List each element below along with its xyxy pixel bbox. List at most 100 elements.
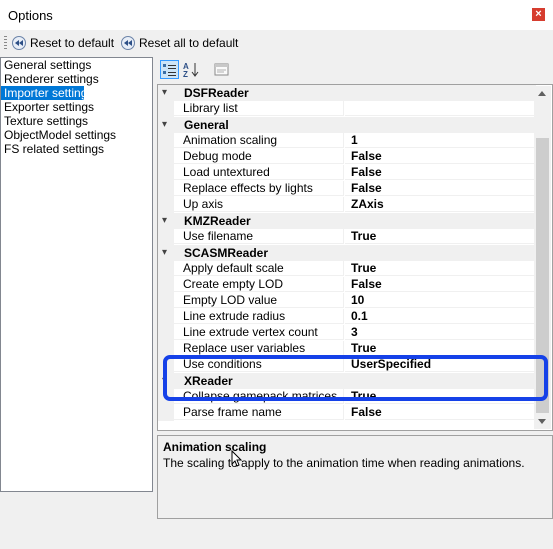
property-row[interactable]: Create empty LOD False [158,277,536,293]
property-name[interactable]: Line extrude radius [174,309,344,324]
property-name[interactable]: Empty LOD value [174,293,344,308]
category-row[interactable]: ▾ KMZReader [158,213,536,229]
property-name[interactable]: Load untextured [174,165,344,180]
scroll-down-icon[interactable] [538,419,546,424]
property-row[interactable]: Replace effects by lights False [158,181,536,197]
property-pages-button[interactable] [212,60,231,79]
reset-to-default-button[interactable]: Reset to default [12,34,114,52]
main-toolbar: Reset to default Reset all to default [0,31,553,55]
property-name[interactable]: Library list [174,101,344,116]
property-value[interactable]: False [345,165,536,180]
row-gutter [158,309,174,325]
collapse-icon[interactable]: ▾ [162,215,167,226]
collapse-icon[interactable]: ▾ [162,87,167,98]
row-gutter [158,325,174,341]
settings-category-item[interactable]: General settings [1,58,152,72]
settings-category-item[interactable]: Exporter settings [1,100,152,114]
sort-alphabetical-icon: A Z [183,62,199,79]
category-row[interactable]: ▾ General [158,117,536,133]
property-name[interactable]: Animation scaling [174,133,344,148]
reset-all-to-default-label: Reset all to default [139,36,239,50]
property-row[interactable]: Debug mode False [158,149,536,165]
scroll-up-icon[interactable] [538,91,546,96]
property-value[interactable]: ZAxis [345,197,536,212]
property-value[interactable]: False [345,149,536,164]
svg-text:Z: Z [183,70,188,79]
row-gutter [158,165,174,181]
settings-category-list: General settings Renderer settings Importe… [0,57,153,492]
property-row[interactable]: Up axis ZAxis [158,197,536,213]
property-name[interactable]: Parse frame name [174,405,344,420]
property-value[interactable]: True [345,229,536,244]
property-row[interactable]: Line extrude vertex count 3 [158,325,536,341]
property-name[interactable]: Create empty LOD [174,277,344,292]
mouse-cursor-icon [231,450,243,467]
collapse-icon[interactable]: ▾ [162,247,167,258]
close-icon: × [535,8,542,20]
category-label: General [184,118,229,132]
reset-all-to-default-button[interactable]: Reset all to default [121,34,238,52]
annotation-highlight-box [163,355,548,401]
property-name[interactable]: Use filename [174,229,344,244]
property-row[interactable]: Line extrude radius 0.1 [158,309,536,325]
property-value[interactable] [345,101,536,116]
property-value[interactable]: 0.1 [345,309,536,324]
row-gutter [158,229,174,245]
property-grid-toolbar: A Z [157,57,553,83]
settings-category-item[interactable]: ObjectModel settings [1,128,152,142]
property-value[interactable]: True [345,261,536,276]
property-name[interactable]: Debug mode [174,149,344,164]
property-name[interactable]: Up axis [174,197,344,212]
settings-category-item[interactable]: Importer settings [1,86,93,100]
property-panel: A Z ▾ DSFReader Library list ▾ General Animat… [157,57,553,519]
property-pages-icon [214,63,229,76]
property-name[interactable]: Replace effects by lights [174,181,344,196]
collapse-icon[interactable]: ▾ [162,119,167,130]
alphabetical-view-button[interactable]: A Z [182,60,201,79]
row-gutter [158,405,174,421]
settings-category-item[interactable]: Renderer settings [1,72,152,86]
reset-to-default-label: Reset to default [30,36,115,50]
property-value[interactable]: 10 [345,293,536,308]
settings-category-item[interactable]: Texture settings [1,114,152,128]
settings-category-item[interactable]: FS related settings [1,142,152,156]
property-row[interactable]: Animation scaling 1 [158,133,536,149]
property-name[interactable]: Replace user variables [174,341,344,356]
property-row[interactable]: Apply default scale True [158,261,536,277]
rewind-icon [12,36,26,50]
row-gutter [158,149,174,165]
help-title: Animation scaling [163,440,267,454]
row-gutter [158,197,174,213]
property-row[interactable]: Load untextured False [158,165,536,181]
category-label: SCASMReader [184,246,269,260]
property-value[interactable]: 1 [345,133,536,148]
category-row[interactable]: ▾ SCASMReader [158,245,536,261]
property-value[interactable]: False [345,277,536,292]
property-row[interactable]: Use filename True [158,229,536,245]
property-value[interactable]: True [345,341,536,356]
property-value[interactable]: 3 [345,325,536,340]
toolbar-grip[interactable] [4,36,7,50]
close-button[interactable]: × [532,8,545,21]
row-gutter [158,293,174,309]
property-row[interactable]: Library list [158,101,536,117]
row-gutter [158,261,174,277]
property-name[interactable]: Line extrude vertex count [174,325,344,340]
help-pane: Animation scaling The scaling to apply t… [157,435,553,519]
categorized-view-button[interactable] [160,60,179,79]
property-grid: ▾ DSFReader Library list ▾ General Animation … [157,84,553,431]
property-row[interactable]: Parse frame name False [158,405,536,421]
window-title: Options [8,8,53,23]
row-gutter [158,181,174,197]
categorized-icon [163,64,176,76]
property-value[interactable]: False [345,181,536,196]
property-value[interactable]: False [345,405,536,420]
property-row[interactable]: Empty LOD value 10 [158,293,536,309]
help-description: The scaling to apply to the animation ti… [163,456,525,470]
row-gutter [158,277,174,293]
property-name[interactable]: Apply default scale [174,261,344,276]
category-label: DSFReader [184,86,249,100]
rewind-icon [121,36,135,50]
title-bar: Options × [0,0,553,30]
category-row[interactable]: ▾ DSFReader [158,85,536,101]
